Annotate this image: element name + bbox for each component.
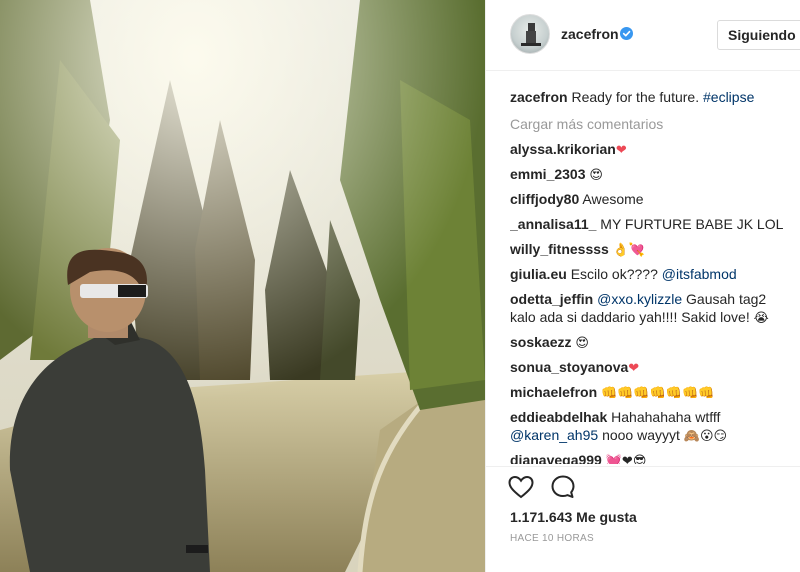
comment-username[interactable]: _annalisa11_ <box>510 216 596 232</box>
post-username[interactable]: zacefron <box>561 26 619 42</box>
post-header: zacefron Siguiendo <box>486 0 800 71</box>
comment-emoji: 😭 <box>753 310 769 325</box>
comment-emoji: 😍 <box>575 335 589 350</box>
comment-item: emmi_2303 😍 <box>510 165 795 183</box>
comment-emoji: 💓❤😎 <box>605 453 647 465</box>
comment-item: odetta_jeffin @xxo.kylizzle Gausah tag2 … <box>510 290 795 326</box>
comment-item: dianavega999 💓❤😎 <box>510 451 795 464</box>
comment-item: willy_fitnessss 👌💘 <box>510 240 795 258</box>
comment-emoji: 👊👊👊👊👊👊👊 <box>601 385 715 400</box>
comment-text: Escilo ok???? <box>570 266 658 282</box>
comment-mention[interactable]: @itsfabmod <box>662 266 737 282</box>
caption-text: Ready for the future. <box>571 89 700 105</box>
comment-item: cliffjody80 Awesome <box>510 190 795 208</box>
load-more-comments-link[interactable]: Cargar más comentarios <box>510 115 795 133</box>
comment-username[interactable]: sonua_stoyanova <box>510 359 628 375</box>
caption-username[interactable]: zacefron <box>510 89 568 105</box>
post-photo[interactable] <box>0 0 485 572</box>
comment-emoji: ❤ <box>615 142 627 157</box>
comment-emoji: 👌💘 <box>612 242 646 257</box>
post-caption: zacefron Ready for the future. #eclipse <box>510 88 795 106</box>
comment-item: giulia.eu Escilo ok???? @itsfabmod <box>510 265 795 283</box>
comment-text: MY FURTURE BABE JK LOL <box>600 216 784 232</box>
comment-text: Hahahahaha wtfff <box>611 409 721 425</box>
comment-item: soskaezz 😍 <box>510 333 795 351</box>
comment-emoji: 😍 <box>589 167 603 182</box>
comment-username[interactable]: emmi_2303 <box>510 166 586 182</box>
photo-illustration <box>0 0 485 572</box>
comment-item: _annalisa11_ MY FURTURE BABE JK LOL <box>510 215 795 233</box>
comment-mention[interactable]: @karen_ah95 <box>510 427 598 443</box>
comment-username[interactable]: giulia.eu <box>510 266 567 282</box>
comment-item: alyssa.krikorian❤ <box>510 140 795 158</box>
comment-text: Awesome <box>582 191 644 207</box>
heart-icon[interactable] <box>508 475 534 499</box>
comment-item: eddieabdelhak Hahahahaha wtfff @karen_ah… <box>510 408 795 444</box>
verified-badge-icon <box>620 27 633 40</box>
comment-emoji: 🙈😮😏 <box>683 428 728 443</box>
comment-username[interactable]: soskaezz <box>510 334 571 350</box>
avatar-image <box>521 23 541 46</box>
comment-item: sonua_stoyanova❤ <box>510 358 795 376</box>
comment-item: michaelefron 👊👊👊👊👊👊👊 <box>510 383 795 401</box>
comment-text: nooo wayyyt <box>602 427 680 443</box>
likes-count[interactable]: 1.171.643 Me gusta <box>510 509 637 525</box>
post-timestamp[interactable]: HACE 10 HORAS <box>510 533 594 544</box>
comment-emoji: ❤ <box>628 360 640 375</box>
comment-username[interactable]: dianavega999 <box>510 452 602 464</box>
comment-mention[interactable]: @xxo.kylizzle <box>597 291 682 307</box>
comment-icon[interactable] <box>550 474 576 500</box>
following-button[interactable]: Siguiendo <box>717 20 800 50</box>
post-sidebar: zacefron Siguiendo zacefron Ready for th… <box>485 0 800 572</box>
comment-username[interactable]: eddieabdelhak <box>510 409 607 425</box>
comment-username[interactable]: odetta_jeffin <box>510 291 593 307</box>
comment-username[interactable]: michaelefron <box>510 384 597 400</box>
comment-username[interactable]: willy_fitnessss <box>510 241 609 257</box>
comment-list: zacefron Ready for the future. #eclipse … <box>510 82 795 464</box>
avatar[interactable] <box>510 14 550 54</box>
comment-username[interactable]: cliffjody80 <box>510 191 579 207</box>
comment-username[interactable]: alyssa.krikorian <box>510 141 616 157</box>
caption-hashtag[interactable]: #eclipse <box>703 89 754 105</box>
post-actions: 1.171.643 Me gusta HACE 10 HORAS <box>486 466 800 572</box>
